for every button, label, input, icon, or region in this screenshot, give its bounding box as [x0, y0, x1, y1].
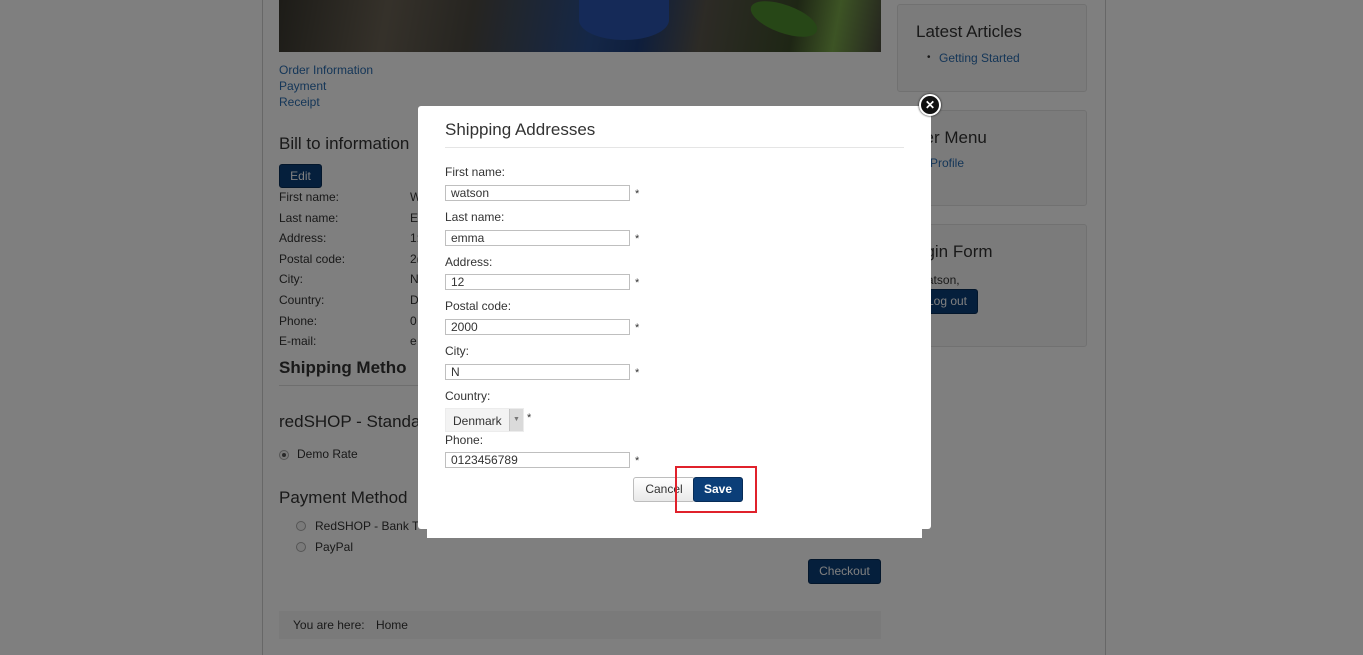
chevron-down-icon[interactable]: ▼ — [509, 409, 523, 431]
required-mark: * — [635, 188, 640, 200]
address-input[interactable]: 12 — [445, 274, 630, 290]
save-button-highlight — [675, 466, 757, 513]
first-name-input[interactable]: watson — [445, 185, 630, 201]
address-label: Address: — [445, 255, 493, 269]
city-label: City: — [445, 344, 469, 358]
required-mark: * — [635, 367, 640, 379]
last-name-input[interactable]: emma — [445, 230, 630, 246]
postal-code-input[interactable]: 2000 — [445, 319, 630, 335]
required-mark: * — [635, 277, 640, 289]
country-selected-value: Denmark — [453, 414, 502, 428]
required-mark: * — [635, 322, 640, 334]
phone-input[interactable]: 0123456789 — [445, 452, 630, 468]
country-label: Country: — [445, 389, 491, 403]
first-name-label: First name: — [445, 165, 506, 179]
required-mark: * — [635, 233, 640, 245]
required-mark: * — [527, 412, 532, 424]
postal-code-label: Postal code: — [445, 299, 512, 313]
required-mark: * — [635, 455, 640, 467]
modal-title: Shipping Addresses — [445, 120, 596, 139]
phone-label: Phone: — [445, 433, 484, 447]
modal-title-divider — [445, 147, 904, 148]
country-select[interactable]: Denmark ▼ — [445, 408, 524, 432]
shipping-addresses-modal: Shipping Addresses First name: watson * … — [418, 106, 931, 529]
close-icon[interactable]: ✕ — [919, 94, 941, 116]
city-input[interactable]: N — [445, 364, 630, 380]
last-name-label: Last name: — [445, 210, 505, 224]
